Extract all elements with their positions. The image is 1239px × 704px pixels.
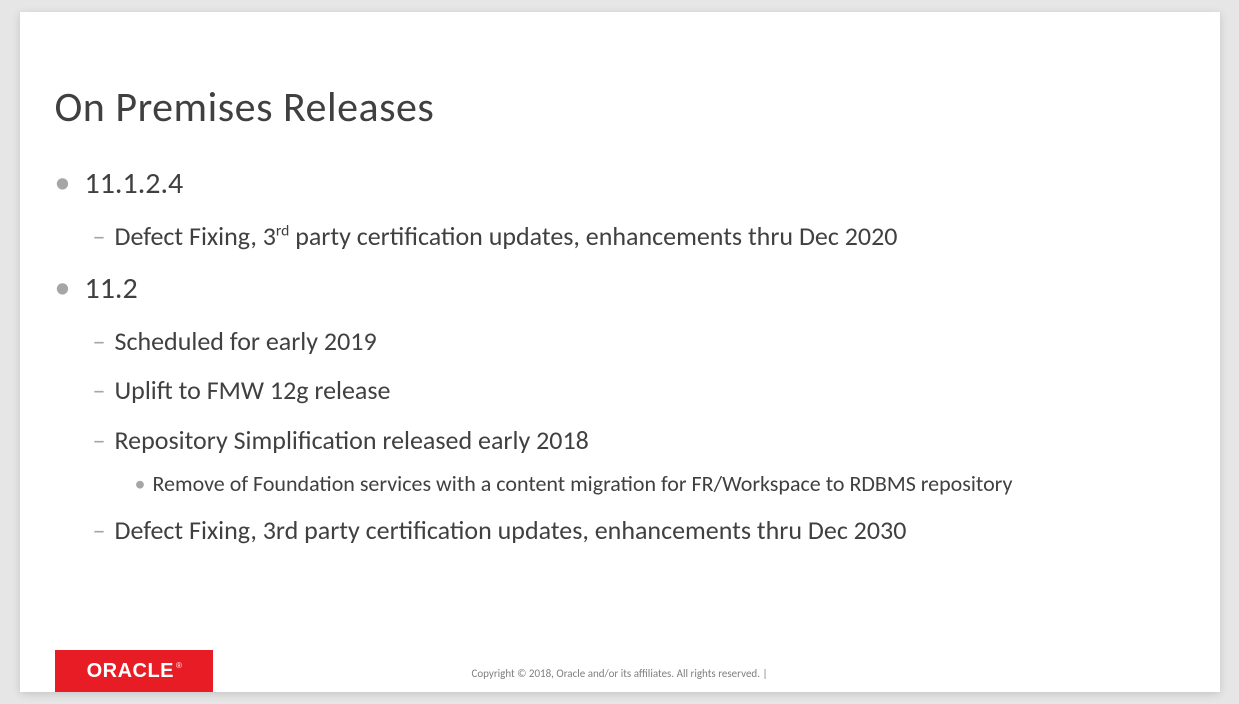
bullet-v2-sub3-sub1: Remove of Foundation services with a con…: [55, 468, 1185, 500]
text-part: Defect Fixing, 3: [115, 220, 276, 252]
bullet-v1-sub1: Defect Fixing, 3rd party certification u…: [55, 218, 1185, 256]
bullet-version-1: 11.1.2.4: [55, 162, 1185, 206]
slide-title: On Premises Releases: [55, 82, 435, 133]
bullet-v2-sub1: Scheduled for early 2019: [55, 323, 1185, 361]
bullet-v2-sub3: Repository Simplification released early…: [55, 422, 1185, 460]
bullet-v2-sub4: Defect Fixing, 3rd party certification u…: [55, 512, 1185, 550]
copyright-text: Copyright © 2018, Oracle and/or its affi…: [20, 667, 1220, 680]
slide: On Premises Releases 11.1.2.4 Defect Fix…: [20, 12, 1220, 692]
slide-footer: ORACLE® Copyright © 2018, Oracle and/or …: [20, 650, 1220, 692]
bullet-version-2: 11.2: [55, 267, 1185, 311]
bullet-v2-sub2: Uplift to FMW 12g release: [55, 372, 1185, 410]
text-part: party certification updates, enhancement…: [289, 220, 897, 252]
slide-content: 11.1.2.4 Defect Fixing, 3rd party certif…: [55, 152, 1185, 549]
bullet-text: 11.1.2.4: [85, 165, 184, 202]
ordinal-sup: rd: [276, 221, 289, 240]
bullet-text: 11.2: [85, 270, 138, 307]
